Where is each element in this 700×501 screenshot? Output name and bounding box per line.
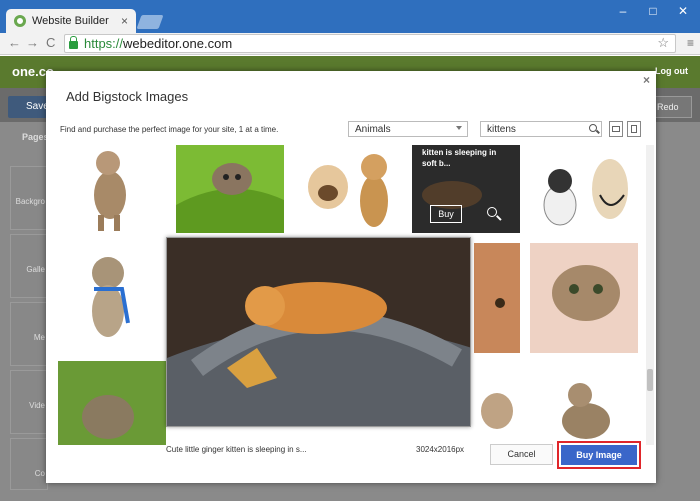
browser-titlebar: Website Builder × – □ ✕ bbox=[0, 0, 700, 33]
url-scheme: https:// bbox=[84, 36, 124, 51]
kitten-sleeping-preview-image bbox=[167, 238, 470, 426]
category-value: Animals bbox=[355, 124, 391, 135]
image-thumbnail[interactable] bbox=[530, 243, 638, 353]
sidebar-item-menu[interactable]: Me bbox=[10, 302, 48, 366]
logout-link[interactable]: Log out bbox=[655, 66, 688, 76]
dialog-title: Add Bigstock Images bbox=[66, 89, 189, 104]
browser-toolbar: ← → C https:// webeditor.one.com ☆ ≡ bbox=[0, 33, 700, 55]
image-thumbnail-hovered[interactable]: kitten is sleeping in soft b... Buy bbox=[412, 145, 520, 233]
puppy-and-kitten-image bbox=[308, 154, 388, 227]
kitten-standing-image bbox=[94, 151, 126, 231]
chevron-down-icon bbox=[456, 126, 462, 130]
sidebar-item-video[interactable]: Vide bbox=[10, 370, 48, 434]
image-thumbnail[interactable] bbox=[474, 243, 520, 353]
grid-scrollbar[interactable] bbox=[646, 145, 654, 445]
bookmark-star-icon[interactable]: ☆ bbox=[657, 35, 669, 51]
reload-icon[interactable]: C bbox=[46, 35, 55, 50]
sidebar-item-background[interactable]: Backgro bbox=[10, 166, 48, 230]
close-window-button[interactable]: ✕ bbox=[668, 0, 698, 24]
search-icon[interactable] bbox=[589, 124, 597, 132]
image-thumbnail[interactable] bbox=[58, 361, 166, 445]
search-input[interactable]: kittens bbox=[480, 121, 602, 137]
sidebar-item-gallery[interactable]: Galle bbox=[10, 234, 48, 298]
url-host: webeditor.one.com bbox=[123, 36, 233, 51]
buy-image-highlight: Buy Image bbox=[557, 441, 641, 469]
lock-icon bbox=[69, 35, 78, 49]
back-icon[interactable]: ← bbox=[8, 35, 21, 50]
tabby-kitten-lying-image bbox=[530, 243, 638, 353]
preview-caption: Cute little ginger kitten is sleeping in… bbox=[166, 445, 307, 454]
kitten-sitting-image bbox=[562, 383, 610, 439]
buy-image-button[interactable]: Buy Image bbox=[561, 445, 637, 465]
browser-menu-icon[interactable]: ≡ bbox=[687, 36, 694, 50]
hover-buy-button[interactable]: Buy bbox=[430, 205, 462, 223]
dialog-subtitle: Find and purchase the perfect image for … bbox=[60, 125, 279, 134]
browser-tab[interactable]: Website Builder × bbox=[6, 9, 136, 33]
kitten-blue-ribbon-image bbox=[92, 257, 130, 337]
search-value: kittens bbox=[487, 124, 516, 135]
address-bar[interactable]: https:// webeditor.one.com ☆ bbox=[64, 34, 676, 53]
portrait-view-icon[interactable] bbox=[627, 121, 641, 137]
hover-caption: kitten is sleeping in soft b... bbox=[422, 148, 497, 168]
maximize-button[interactable]: □ bbox=[638, 0, 668, 24]
image-thumbnail[interactable] bbox=[530, 361, 638, 445]
save-button[interactable]: Save bbox=[8, 96, 49, 118]
zoom-in-icon[interactable] bbox=[487, 207, 497, 217]
tab-title: Website Builder bbox=[32, 15, 109, 27]
tab-close-icon[interactable]: × bbox=[121, 14, 128, 28]
forward-icon[interactable]: → bbox=[26, 35, 39, 50]
kitten-small-image bbox=[481, 393, 513, 429]
image-thumbnail[interactable] bbox=[294, 145, 402, 233]
minimize-button[interactable]: – bbox=[608, 0, 638, 24]
image-preview[interactable] bbox=[166, 237, 471, 427]
site-favicon-icon bbox=[14, 15, 26, 27]
image-thumbnail[interactable] bbox=[58, 243, 166, 353]
scrollbar-thumb[interactable] bbox=[647, 369, 653, 391]
ginger-kitten-closeup-image bbox=[474, 243, 520, 353]
kitten-and-puppy-stethoscope-image bbox=[543, 159, 628, 226]
landscape-view-icon[interactable] bbox=[609, 121, 623, 137]
image-thumbnail[interactable] bbox=[176, 145, 284, 233]
sidebar-item-code[interactable]: Co bbox=[10, 438, 48, 490]
kitten-in-grass-image bbox=[58, 361, 166, 445]
image-thumbnail[interactable] bbox=[58, 145, 166, 233]
dialog-close-icon[interactable]: × bbox=[643, 73, 650, 87]
category-select[interactable]: Animals bbox=[348, 121, 468, 137]
image-thumbnail[interactable] bbox=[530, 145, 638, 233]
image-thumbnail[interactable] bbox=[474, 361, 520, 445]
add-images-dialog: Add Bigstock Images × Find and purchase … bbox=[46, 71, 656, 483]
pages-tab[interactable]: Pages bbox=[22, 132, 49, 142]
preview-size: 3024x2016px bbox=[416, 445, 465, 454]
cancel-button[interactable]: Cancel bbox=[490, 444, 553, 465]
new-tab-button[interactable] bbox=[136, 15, 164, 29]
kitten-green-blanket-image bbox=[176, 145, 284, 233]
